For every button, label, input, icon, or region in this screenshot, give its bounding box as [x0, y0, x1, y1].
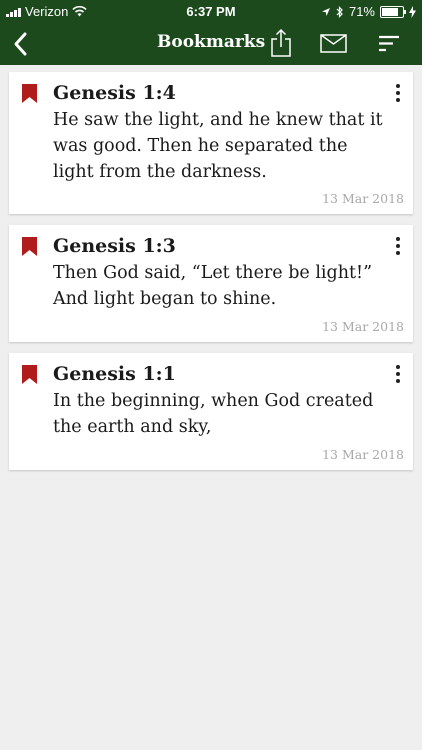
- mail-icon[interactable]: [320, 34, 347, 53]
- bookmark-verse: He saw the light, and he knew that it wa…: [53, 110, 383, 182]
- more-options-icon[interactable]: [395, 84, 401, 104]
- charging-icon: [409, 5, 416, 18]
- bookmark-date: 13 Mar 2018: [322, 191, 404, 206]
- back-icon[interactable]: [10, 30, 32, 58]
- bookmark-card[interactable]: Genesis 1:4 He saw the light, and he kne…: [9, 72, 413, 214]
- bluetooth-icon: [336, 5, 343, 18]
- bookmark-card[interactable]: Genesis 1:3 Then God said, “Let there be…: [9, 225, 413, 342]
- location-icon: [321, 7, 330, 16]
- bookmark-reference: Genesis 1:4: [53, 82, 176, 104]
- share-icon[interactable]: [270, 28, 292, 58]
- bookmark-verse: In the beginning, when God created the e…: [53, 391, 374, 437]
- more-options-icon[interactable]: [395, 237, 401, 257]
- bookmark-ribbon-icon: [22, 84, 37, 103]
- bookmark-reference: Genesis 1:1: [53, 363, 176, 385]
- battery-percent: 71%: [348, 4, 375, 19]
- navigation-bar: Bookmarks: [0, 22, 422, 65]
- bookmark-ribbon-icon: [22, 365, 37, 384]
- bookmark-verse: Then God said, “Let there be light!” And…: [53, 263, 373, 309]
- page-title: Bookmarks: [157, 32, 266, 52]
- bookmark-ribbon-icon: [22, 237, 37, 256]
- status-bar: Verizon 6:37 PM 71%: [0, 0, 422, 22]
- bookmark-date: 13 Mar 2018: [322, 319, 404, 334]
- bookmark-card[interactable]: Genesis 1:1 In the beginning, when God c…: [9, 353, 413, 470]
- sort-icon[interactable]: [378, 35, 400, 52]
- more-options-icon[interactable]: [395, 365, 401, 385]
- bookmark-date: 13 Mar 2018: [322, 447, 404, 462]
- app-header: Verizon 6:37 PM 71% Bookmarks: [0, 0, 422, 65]
- battery-icon: [380, 5, 406, 18]
- bookmark-reference: Genesis 1:3: [53, 235, 176, 257]
